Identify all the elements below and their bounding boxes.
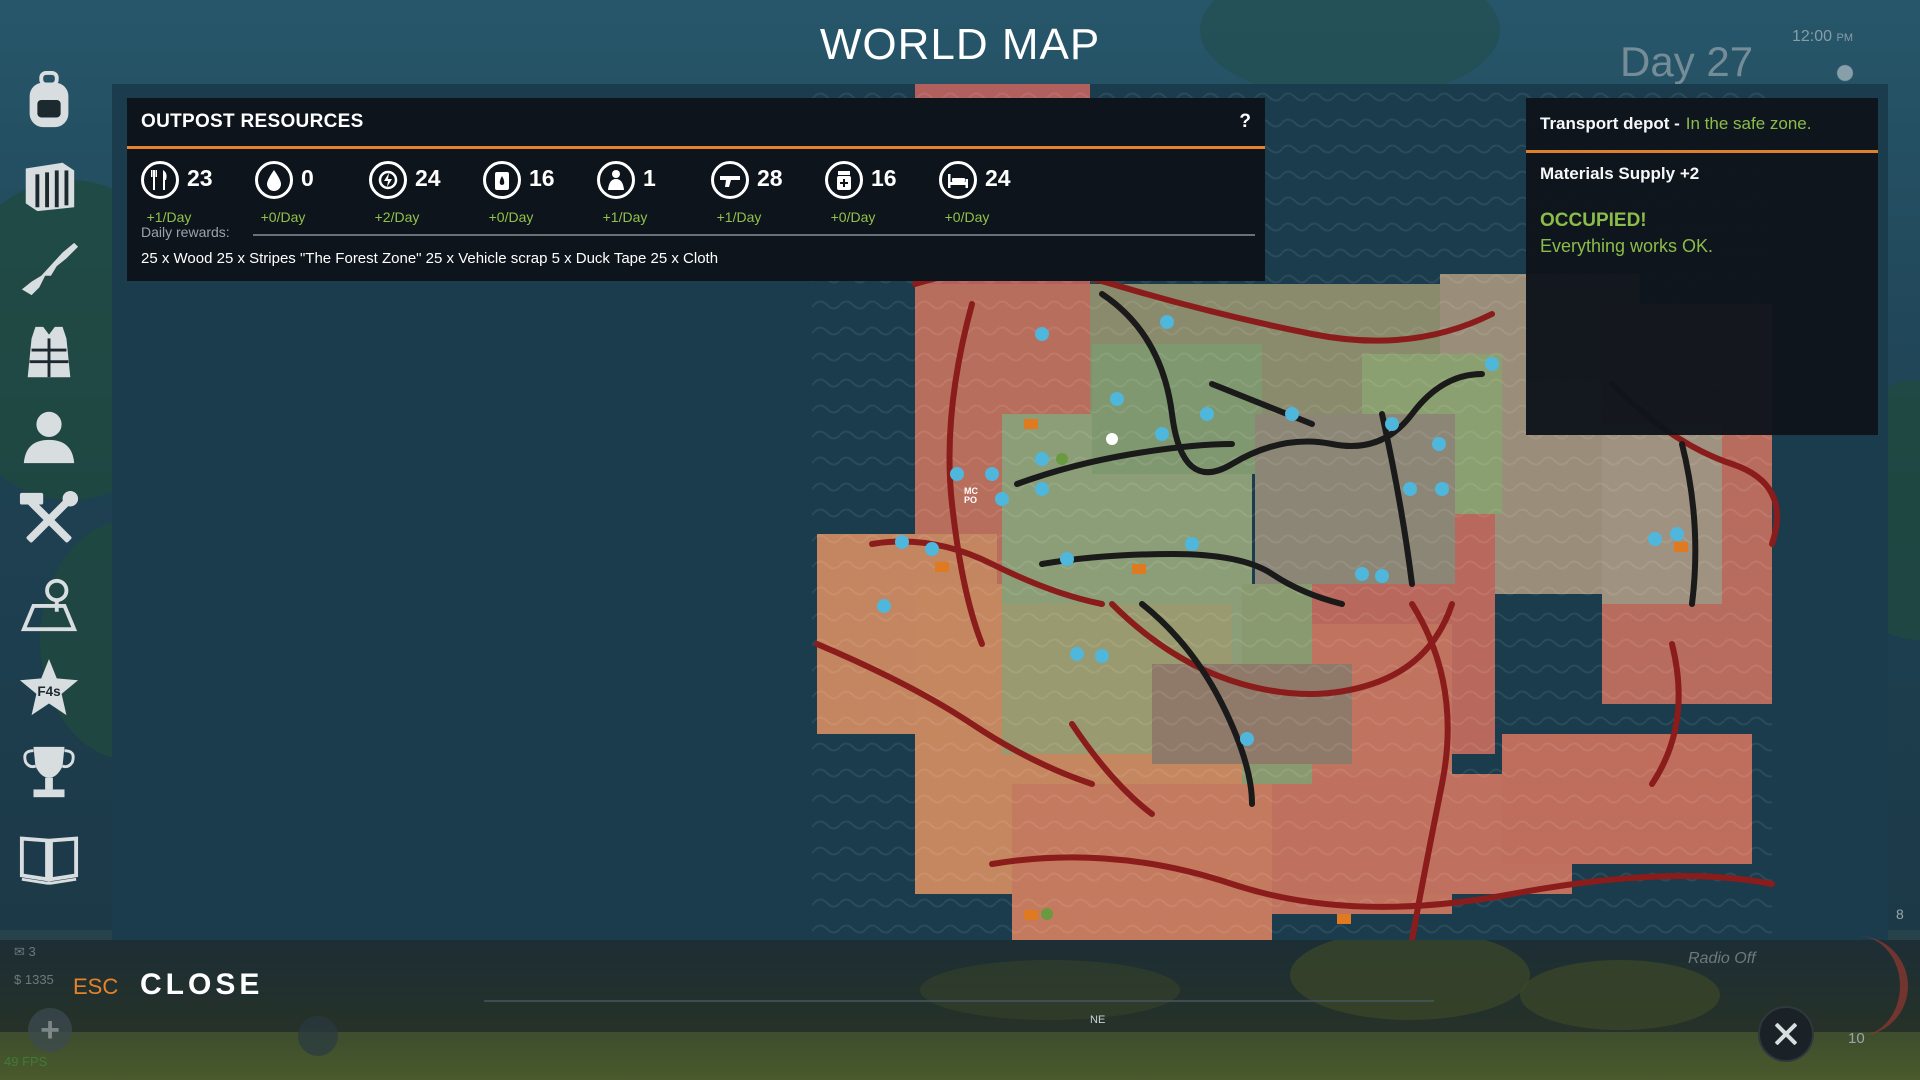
- compass-bar: [484, 1000, 1434, 1002]
- heal-plus-icon[interactable]: +: [28, 1008, 72, 1052]
- money-counter: $ 1335: [14, 972, 54, 987]
- crate-icon[interactable]: [14, 148, 84, 220]
- mail-counter: ✉ 3: [14, 944, 36, 960]
- crafting-hammer-icon: [1775, 1023, 1797, 1045]
- esc-key-hint: ESC: [73, 974, 119, 999]
- compass-direction: NE: [1090, 1014, 1106, 1026]
- resource-survivor-value: 1: [643, 165, 656, 191]
- svg-text:F4s: F4s: [37, 684, 60, 699]
- status-detail: Everything works OK.: [1540, 236, 1714, 256]
- safe-zone-status: In the safe zone.: [1685, 114, 1812, 133]
- energy-icon: [369, 161, 407, 199]
- water-icon: [255, 161, 293, 199]
- map-label-po: PO: [964, 495, 977, 505]
- resource-water-rate: +0/Day: [260, 209, 306, 225]
- daily-rewards-divider: [253, 234, 1255, 236]
- clock-time: 12:00: [1792, 28, 1833, 45]
- daily-rewards-label: Daily rewards:: [141, 224, 230, 240]
- gauge-top-number: 8: [1896, 906, 1904, 922]
- daily-rewards-text: 25 x Wood 25 x Stripes "The Forest Zone"…: [141, 250, 719, 267]
- money-value: 1335: [24, 972, 54, 987]
- resource-bed-rate: +0/Day: [944, 209, 990, 225]
- clock: 12:00 PM: [1792, 28, 1853, 46]
- survivor-icon: [597, 161, 635, 199]
- resource-weapon-value: 28: [757, 165, 783, 191]
- resource-energy-rate: +2/Day: [374, 209, 420, 225]
- fuel-icon: [483, 161, 521, 199]
- resource-bed-value: 24: [985, 165, 1011, 191]
- clock-suffix: PM: [1836, 32, 1854, 44]
- crafting-button[interactable]: [1758, 1006, 1814, 1062]
- materials-supply: Materials Supply +2: [1540, 164, 1700, 183]
- map-poi-label: MC PO: [964, 486, 978, 505]
- bed-icon: [939, 161, 977, 199]
- location-name: Transport depot -: [1540, 114, 1680, 133]
- resource-water-value: 0: [301, 165, 314, 191]
- help-button[interactable]: ?: [1239, 111, 1251, 133]
- map-pin-icon[interactable]: [14, 568, 84, 640]
- bottom-bar: [0, 940, 1920, 1080]
- rifle-icon[interactable]: [14, 232, 84, 304]
- crafting-tools-icon[interactable]: [14, 484, 84, 556]
- resource-medicine-value: 16: [871, 165, 897, 191]
- resources-row: 23 +1/Day 0 +0/Day 24 +2/Day 16 +0/Day 1…: [127, 149, 1265, 227]
- mail-count: 3: [28, 944, 36, 959]
- thermometer-icon: [298, 1016, 338, 1056]
- resources-title: OUTPOST RESOURCES: [141, 111, 364, 132]
- resources-header: OUTPOST RESOURCES ?: [127, 98, 1265, 149]
- location-header: Transport depot - In the safe zone.: [1526, 98, 1878, 153]
- location-info-panel: Transport depot - In the safe zone. Mate…: [1526, 98, 1878, 435]
- journal-book-icon[interactable]: [14, 820, 84, 892]
- occupied-status: OCCUPIED!: [1540, 210, 1647, 231]
- food-icon: [141, 161, 179, 199]
- resource-food-value: 23: [187, 165, 213, 191]
- backpack-icon[interactable]: [14, 64, 84, 136]
- fps-counter: 49 FPS: [4, 1054, 48, 1069]
- resource-food-rate: +1/Day: [146, 209, 192, 225]
- radio-status: Radio Off: [1688, 950, 1756, 967]
- trophy-icon[interactable]: [14, 736, 84, 808]
- resource-fuel-value: 16: [529, 165, 555, 191]
- mail-icon: ✉: [14, 944, 25, 959]
- resource-medicine-rate: +0/Day: [830, 209, 876, 225]
- resource-weapon-rate: +1/Day: [716, 209, 762, 225]
- resource-energy-value: 24: [415, 165, 441, 191]
- medicine-icon: [825, 161, 863, 199]
- f4s-star-icon[interactable]: F4s: [14, 652, 84, 724]
- gauge-bottom-number: 10: [1848, 1030, 1865, 1047]
- character-icon[interactable]: [14, 400, 84, 472]
- coin-icon: $: [14, 972, 22, 987]
- day-counter: Day 27: [1620, 38, 1754, 85]
- close-button[interactable]: CLOSE: [140, 968, 263, 1002]
- weapon-icon: [711, 161, 749, 199]
- resource-fuel-rate: +0/Day: [488, 209, 534, 225]
- resource-survivor-rate: +1/Day: [602, 209, 648, 225]
- outpost-resources-panel: OUTPOST RESOURCES ? 23 +1/Day 0 +0/Day 2…: [127, 98, 1265, 281]
- sidebar: F4s: [14, 64, 84, 904]
- vest-icon[interactable]: [14, 316, 84, 388]
